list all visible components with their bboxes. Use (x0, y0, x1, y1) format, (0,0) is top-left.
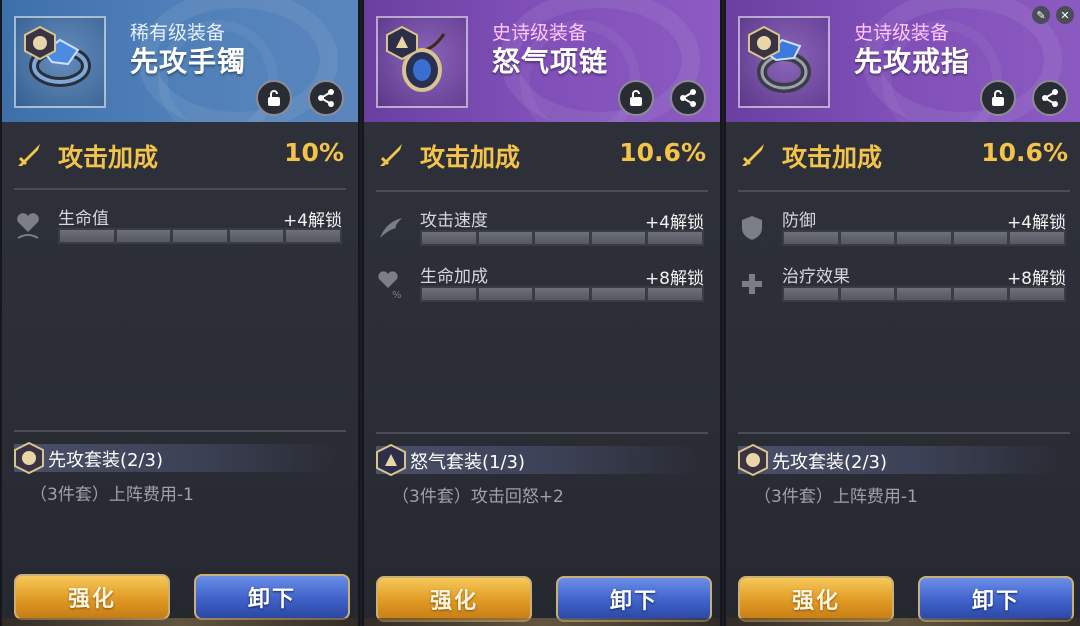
sub-stat-row: % 生命加成 +8解锁 (364, 262, 720, 312)
main-stat-value: 10.6% (981, 138, 1068, 167)
set-row: 先攻套装(2/3) (2, 440, 358, 476)
divider (738, 190, 1070, 192)
divider (14, 430, 346, 432)
item-portrait[interactable] (14, 16, 106, 108)
equipment-card-ring: ✎ ✕ 史诗级装备 先攻戒指 攻击加成 10.6% 防御 +4解锁 治疗效果 +… (724, 0, 1080, 626)
main-stat-label: 攻击加成 (58, 143, 159, 172)
stat-progress-bar (58, 228, 342, 244)
sub-stat-label: 生命值 (58, 209, 109, 229)
set-name: 怒气套装(1/3) (410, 452, 526, 473)
set-name: 先攻套装(2/3) (48, 450, 164, 471)
main-stat: 攻击加成 10.6% (364, 134, 720, 178)
set-name: 先攻套装(2/3) (772, 452, 888, 473)
card-header: 史诗级装备 怒气项链 (364, 0, 720, 122)
item-portrait[interactable] (738, 16, 830, 108)
set-row: 先攻套装(2/3) (726, 442, 1080, 478)
wing-icon (380, 218, 402, 238)
stat-progress-bar (782, 286, 1066, 302)
enhance-button[interactable]: 强化 (14, 574, 170, 620)
set-effect: （3件套）攻击回怒+2 (392, 487, 564, 507)
main-stat-label: 攻击加成 (420, 143, 521, 172)
sub-stat-row: 生命值 +4解锁 (2, 204, 358, 254)
sub-stat-label: 治疗效果 (782, 267, 850, 287)
enhance-button[interactable]: 强化 (738, 576, 894, 622)
set-badge-icon (14, 442, 44, 474)
sword-icon (18, 144, 40, 166)
share-icon (680, 89, 696, 107)
lock-button[interactable] (980, 80, 1016, 116)
item-name: 怒气项链 (492, 45, 609, 78)
set-effect: （3件套）上阵费用-1 (30, 485, 194, 505)
sub-stat-label: 攻击速度 (420, 211, 488, 231)
lock-button[interactable] (256, 80, 292, 116)
sub-stat-row: 攻击速度 +4解锁 (364, 206, 720, 256)
shield-icon (742, 216, 762, 240)
stat-progress-bar (420, 230, 704, 246)
sword-icon (742, 144, 764, 166)
share-button[interactable] (308, 80, 344, 116)
divider (376, 190, 708, 192)
card-header: ✎ ✕ 史诗级装备 先攻戒指 (726, 0, 1080, 122)
edit-icon[interactable]: ✎ (1032, 6, 1050, 24)
set-row: 怒气套装(1/3) (364, 442, 720, 478)
lock-icon (992, 90, 1004, 106)
lock-icon (268, 90, 280, 106)
stat-progress-bar (420, 286, 704, 302)
set-badge-icon (738, 444, 768, 476)
lock-icon (630, 90, 642, 106)
share-icon (318, 89, 334, 107)
unequip-button[interactable]: 卸下 (194, 574, 350, 620)
main-stat-label: 攻击加成 (782, 143, 883, 172)
main-stat-value: 10% (284, 138, 344, 167)
share-button[interactable] (670, 80, 706, 116)
share-button[interactable] (1032, 80, 1068, 116)
item-name: 先攻戒指 (854, 45, 971, 78)
equipment-card-bracelet: 稀有级装备 先攻手镯 攻击加成 10% 生命值 +4解锁 先攻套装(2/3) （… (0, 0, 360, 626)
set-badge-icon (376, 444, 406, 476)
sub-stat-row: 治疗效果 +8解锁 (726, 262, 1080, 312)
main-stat-value: 10.6% (619, 138, 706, 167)
set-badge-icon (748, 26, 780, 60)
equipment-card-necklace: 史诗级装备 怒气项链 攻击加成 10.6% 攻击速度 +4解锁 % 生命加成 +… (362, 0, 722, 626)
close-icon[interactable]: ✕ (1056, 6, 1074, 24)
divider (738, 432, 1070, 434)
set-effect: （3件套）上阵费用-1 (754, 487, 918, 507)
enhance-button[interactable]: 强化 (376, 576, 532, 622)
lock-button[interactable] (618, 80, 654, 116)
main-stat: 攻击加成 10.6% (726, 134, 1080, 178)
heart-icon (17, 213, 39, 239)
sub-stat-row: 防御 +4解锁 (726, 206, 1080, 256)
divider (376, 432, 708, 434)
sword-icon (380, 144, 402, 166)
divider (14, 188, 346, 190)
heal-icon (742, 274, 762, 294)
unequip-button[interactable]: 卸下 (556, 576, 712, 622)
main-stat: 攻击加成 10% (2, 134, 358, 178)
heart-plus-icon: % (378, 271, 402, 300)
item-portrait[interactable] (376, 16, 468, 108)
sub-stat-label: 防御 (782, 211, 816, 231)
set-badge-icon (24, 26, 56, 60)
stat-progress-bar (782, 230, 1066, 246)
unequip-button[interactable]: 卸下 (918, 576, 1074, 622)
share-icon (1042, 89, 1058, 107)
item-name: 先攻手镯 (130, 45, 247, 78)
sub-stat-label: 生命加成 (420, 267, 488, 287)
svg-text:%: % (392, 290, 402, 300)
card-header: 稀有级装备 先攻手镯 (2, 0, 358, 122)
set-badge-icon (386, 26, 418, 60)
